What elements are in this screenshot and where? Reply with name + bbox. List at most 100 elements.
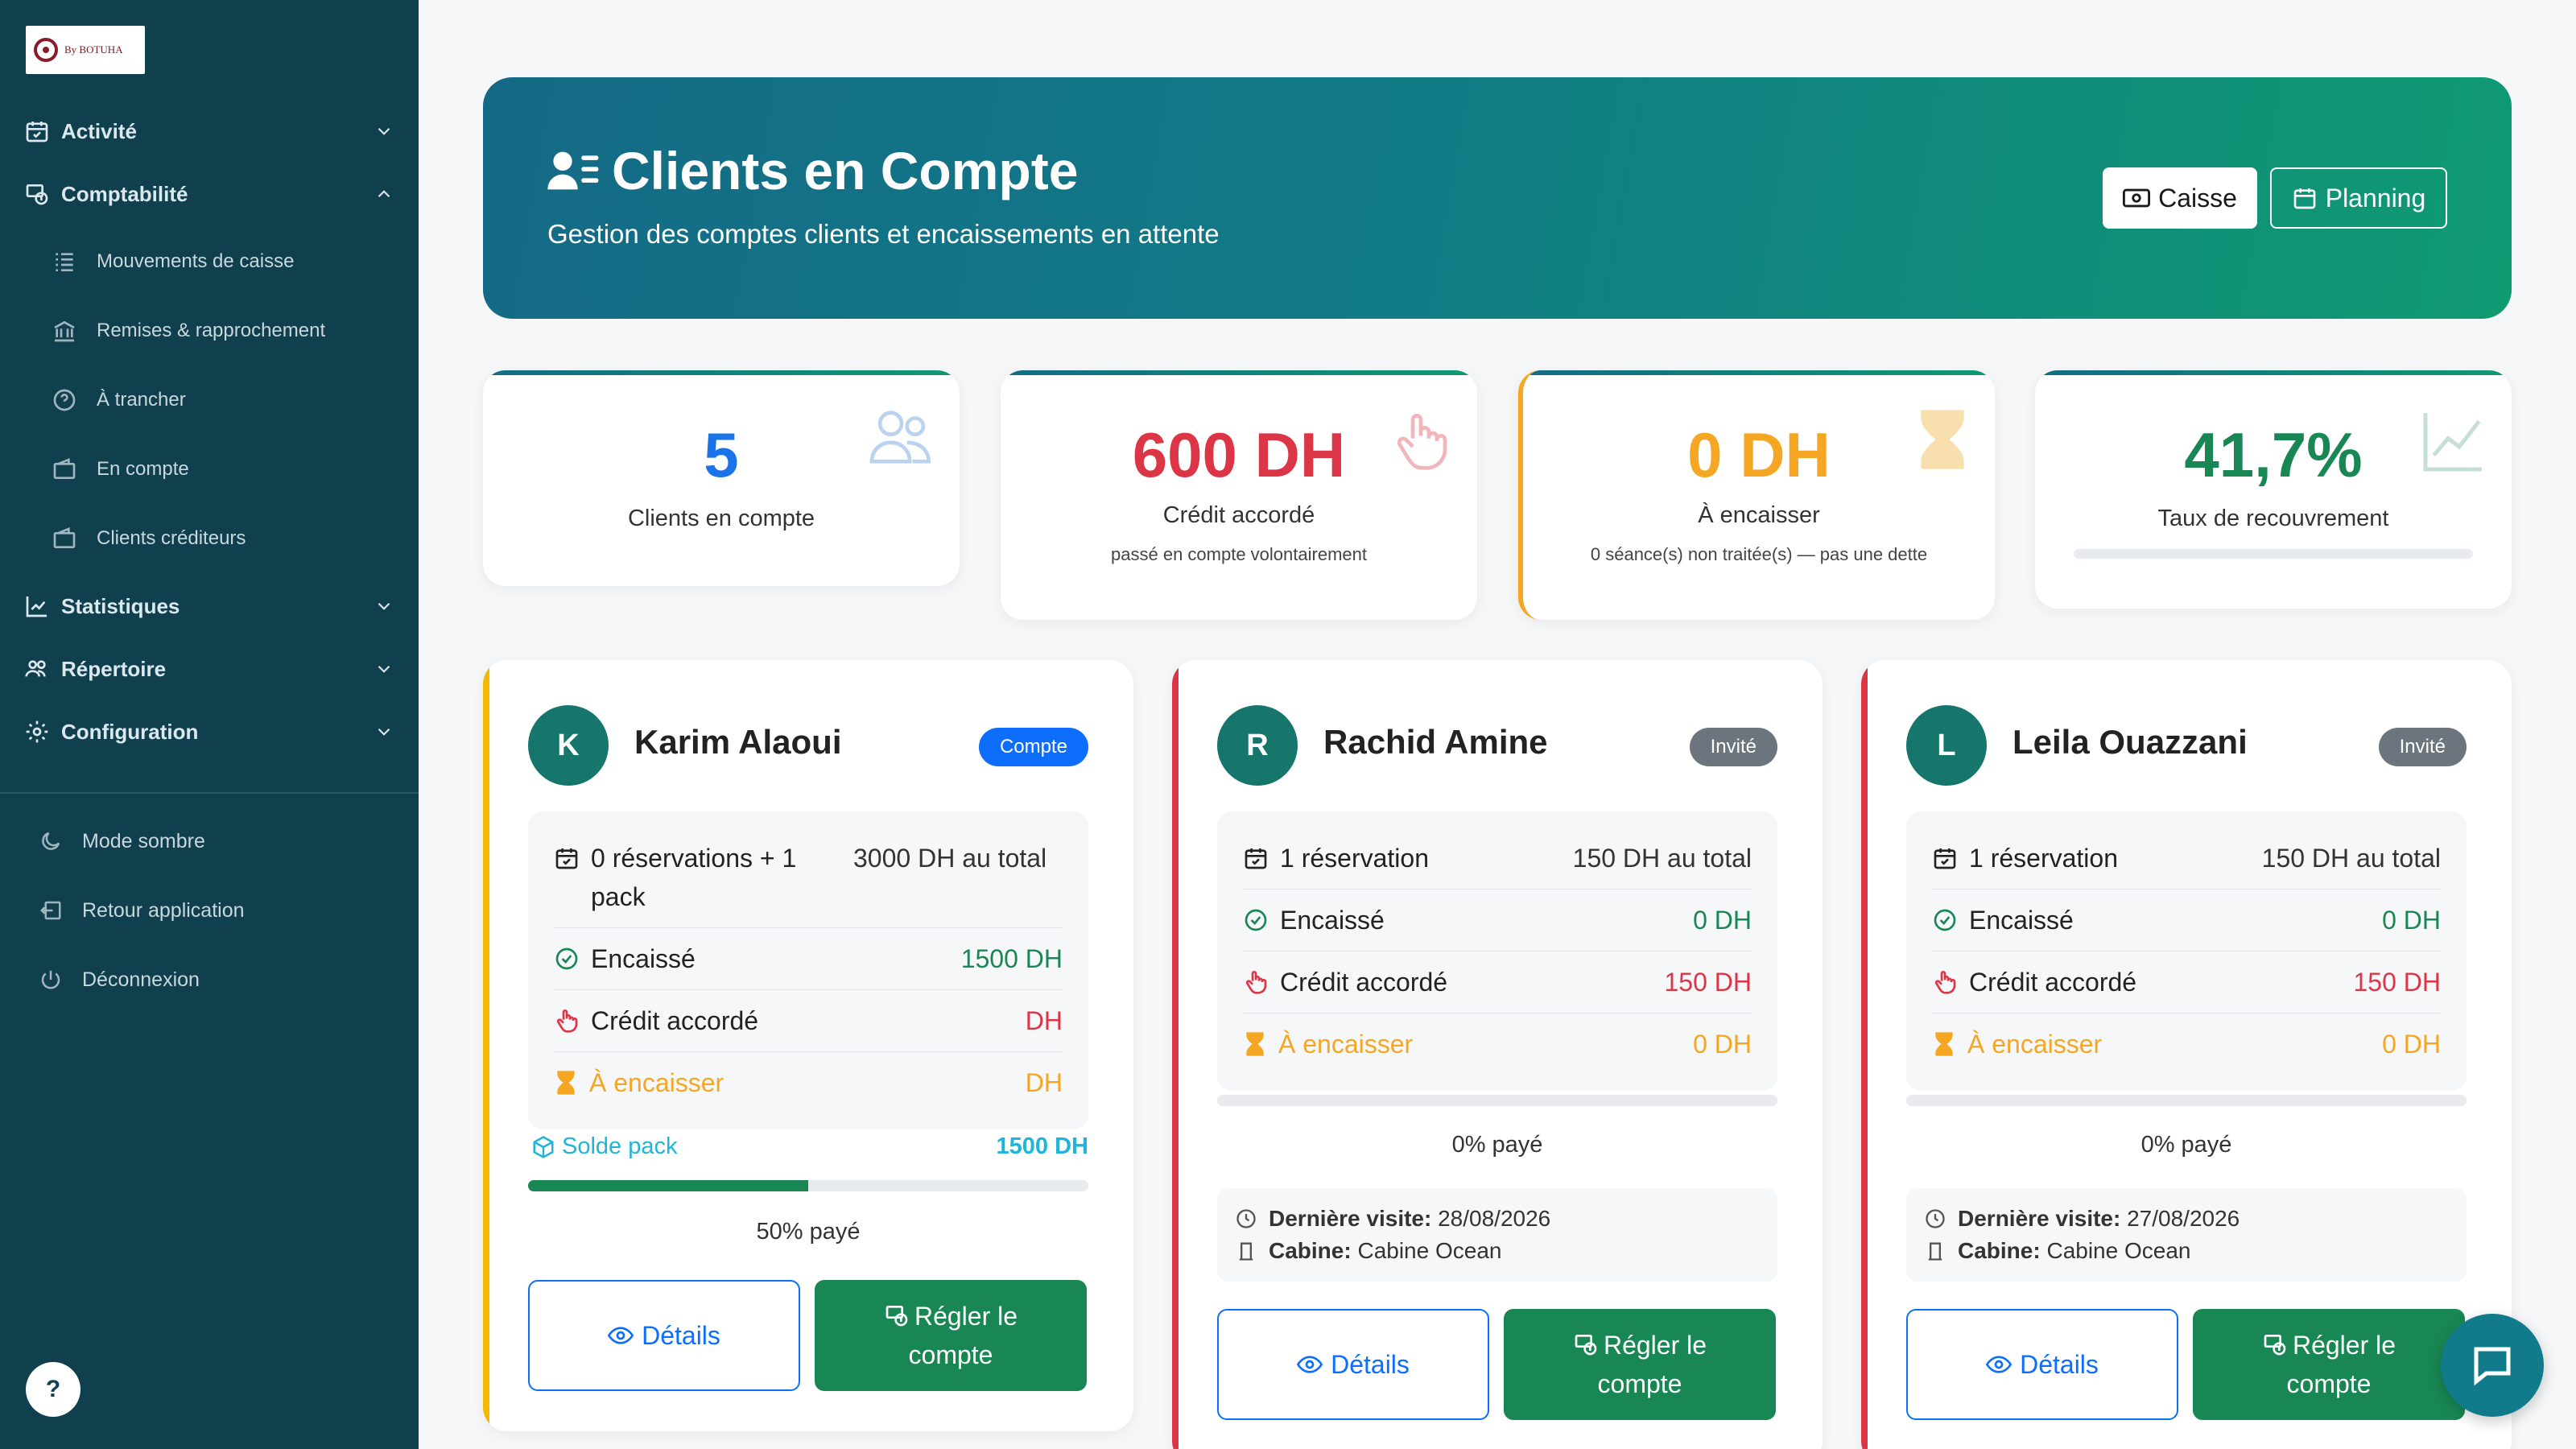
cash-coin-icon <box>1575 1335 1597 1356</box>
cash-icon <box>2123 188 2151 208</box>
hand-pointer-icon <box>1245 971 1267 994</box>
question-circle-icon <box>53 389 76 411</box>
encaisse-value: 0 DH <box>2382 906 2441 935</box>
box-arrow-left-icon <box>39 901 61 920</box>
page-title-text: Clients en Compte <box>612 141 1079 200</box>
client-card: L Leila Ouazzani Invité 1 réservation 15… <box>1861 660 2512 1449</box>
dark-mode-label: Mode sombre <box>82 829 205 852</box>
total-text: 150 DH au total <box>2261 844 2441 873</box>
hourglass-icon <box>1921 410 1964 469</box>
total-text: 3000 DH au total <box>853 844 1047 873</box>
eye-icon <box>1986 1356 2013 1373</box>
planning-button[interactable]: Planning <box>2270 167 2447 229</box>
credit-value: DH <box>1025 1006 1063 1035</box>
calendar-check-icon <box>26 122 48 142</box>
logo-mark-icon <box>34 38 58 62</box>
sidebar-section-label: Statistiques <box>61 593 180 618</box>
client-card: K Karim Alaoui Compte 0 réservations + 1… <box>483 660 1133 1431</box>
caisse-button[interactable]: Caisse <box>2103 167 2257 229</box>
hand-pointer-icon <box>1934 971 1956 994</box>
paid-percent: 50% payé <box>756 1219 861 1245</box>
back-to-app-label: Retour application <box>82 898 245 922</box>
person-lines-icon <box>547 151 599 190</box>
chat-bubble-icon <box>2474 1347 2511 1386</box>
page-header: Clients en Compte Gestion des comptes cl… <box>483 77 2512 319</box>
chat-button[interactable] <box>2441 1314 2544 1417</box>
hourglass-icon <box>1246 1032 1264 1056</box>
details-button[interactable]: Détails <box>1906 1309 2178 1420</box>
sidebar-section-repertoire[interactable]: Répertoire <box>24 649 394 689</box>
sidebar-section-comptabilite[interactable]: Comptabilité <box>24 174 394 214</box>
sidebar-divider <box>0 792 419 794</box>
cash-coin-icon <box>2264 1335 2286 1356</box>
a-encaisser-label: À encaisser <box>589 1068 724 1097</box>
status-badge: Invité <box>1689 728 1777 766</box>
sidebar-item-label: En compte <box>97 458 189 480</box>
calendar-check-icon <box>1934 848 1956 869</box>
people-icon <box>869 411 931 464</box>
a-encaisser-label: À encaisser <box>1278 1030 1414 1059</box>
avatar: K <box>528 705 609 786</box>
recovery-progress-bar <box>2074 549 2473 559</box>
sidebar-item-label: Remises & rapprochement <box>97 320 326 341</box>
sidebar-item-label: À trancher <box>97 389 186 411</box>
summary-row-a-encaisser: À encaisser 0 DH <box>1243 1013 1752 1075</box>
sidebar-section-activite[interactable]: Activité <box>24 111 394 151</box>
hourglass-icon <box>1935 1032 1953 1056</box>
settle-account-button[interactable]: Régler le compte <box>1504 1309 1776 1420</box>
summary-row-encaisse: Encaissé 0 DH <box>1243 890 1752 952</box>
app-logo[interactable]: By BOTUHA <box>26 26 145 74</box>
last-visit-label: Dernière visite: <box>1958 1206 2121 1231</box>
sidebar-section-statistiques[interactable]: Statistiques <box>24 586 394 626</box>
graph-up-icon <box>2423 413 2482 472</box>
check-circle-icon <box>555 947 578 970</box>
sidebar-item-en-compte[interactable]: En compte <box>52 449 390 489</box>
card-accent <box>1172 660 1179 1449</box>
logout-link[interactable]: Déconnexion <box>39 960 393 1000</box>
gear-icon <box>26 720 48 743</box>
summary-row-a-encaisser: À encaisser DH <box>554 1052 1063 1113</box>
sidebar-item-clients-crediteurs[interactable]: Clients créditeurs <box>52 518 390 559</box>
summary-row-reservations: 1 réservation 150 DH au total <box>1932 828 2441 890</box>
summary-row-reservations: 0 réservations + 1 pack 3000 DH au total <box>554 828 1063 928</box>
settle-account-button[interactable]: Régler le compte <box>815 1280 1087 1391</box>
details-button-label: Détails <box>642 1320 720 1350</box>
sidebar-item-mouvements[interactable]: Mouvements de caisse <box>52 242 390 282</box>
chevron-down-icon <box>378 602 390 610</box>
summary-row-encaisse: Encaissé 0 DH <box>1932 890 2441 952</box>
credit-label: Crédit accordé <box>591 1006 759 1035</box>
sidebar-item-remises[interactable]: Remises & rapprochement <box>52 311 390 351</box>
moon-stars-icon <box>42 832 60 850</box>
details-button[interactable]: Détails <box>528 1280 800 1391</box>
sidebar-section-label: Comptabilité <box>61 181 188 206</box>
payment-progress <box>528 1180 1088 1191</box>
page-title: Clients en Compte <box>547 140 1078 201</box>
eye-icon <box>608 1327 634 1344</box>
payment-progress <box>1217 1095 1777 1106</box>
chevron-down-icon <box>378 665 390 673</box>
cabine-row: Cabine: Cabine Ocean <box>1924 1235 2449 1267</box>
details-button[interactable]: Détails <box>1217 1309 1489 1420</box>
door-icon <box>1239 1242 1253 1261</box>
door-icon <box>1928 1242 1942 1261</box>
hourglass-icon <box>557 1071 575 1095</box>
chart-line-icon <box>26 597 47 617</box>
help-button[interactable]: ? <box>26 1362 80 1417</box>
sidebar-section-configuration[interactable]: Configuration <box>24 712 394 752</box>
settle-account-button[interactable]: Régler le compte <box>2193 1309 2465 1420</box>
client-name: Leila Ouazzani <box>2013 723 2248 761</box>
cabine-value: Cabine Ocean <box>2046 1238 2191 1263</box>
card-accent <box>1861 660 1868 1449</box>
sidebar-item-a-trancher[interactable]: À trancher <box>52 380 390 420</box>
chevron-up-icon <box>378 190 390 198</box>
stat-note: 0 séance(s) non traitée(s) — pas une det… <box>1590 544 1928 564</box>
client-summary: 1 réservation 150 DH au total Encaissé 0… <box>1217 811 1777 1091</box>
encaisse-label: Encaissé <box>1969 906 2074 935</box>
sidebar-section-label: Répertoire <box>61 656 167 681</box>
sidebar: By BOTUHA Activité Comptabilité Mouvemen… <box>0 0 419 1449</box>
client-summary: 0 réservations + 1 pack 3000 DH au total… <box>528 811 1088 1129</box>
back-to-app-link[interactable]: Retour application <box>39 890 393 931</box>
dark-mode-toggle[interactable]: Mode sombre <box>39 821 393 861</box>
a-encaisser-value: DH <box>1025 1068 1063 1097</box>
summary-row-credit: Crédit accordé DH <box>554 990 1063 1052</box>
